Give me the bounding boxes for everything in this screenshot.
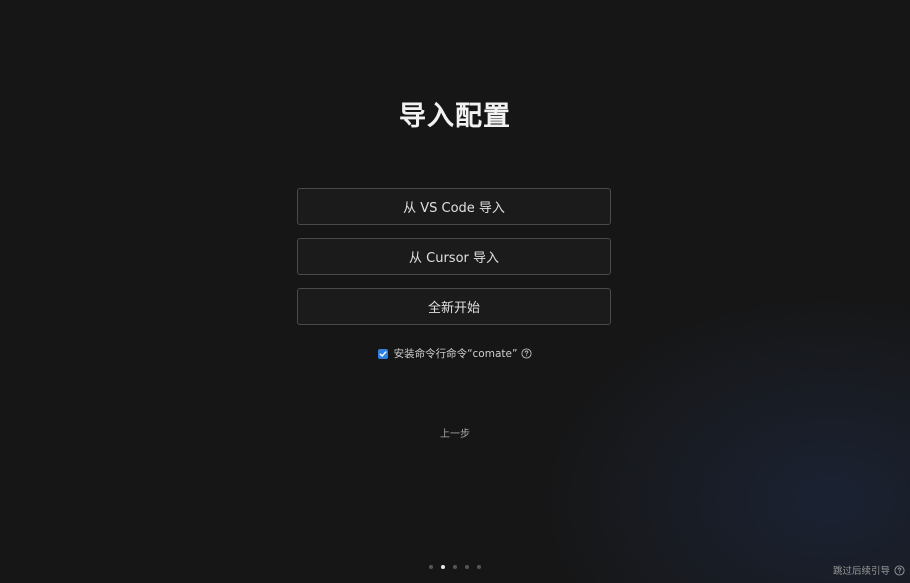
step-dot-1[interactable] <box>429 565 433 569</box>
page-title: 导入配置 <box>399 101 511 132</box>
onboarding-screen: 导入配置 从 VS Code 导入 从 Cursor 导入 全新开始 安装命令行… <box>0 0 910 583</box>
skip-help-icon[interactable] <box>894 564 905 576</box>
skip-guide-button[interactable]: 跳过后续引导 <box>833 563 905 577</box>
step-dot-4[interactable] <box>465 565 469 569</box>
step-dot-3[interactable] <box>453 565 457 569</box>
step-indicator <box>0 565 910 569</box>
import-vscode-button[interactable]: 从 VS Code 导入 <box>297 188 611 225</box>
install-cli-label: 安装命令行命令“comate” <box>393 348 518 360</box>
help-icon[interactable] <box>521 348 532 359</box>
start-fresh-button[interactable]: 全新开始 <box>297 288 611 325</box>
check-icon <box>379 350 387 357</box>
skip-guide-label: 跳过后续引导 <box>832 566 890 577</box>
install-cli-row: 安装命令行命令“comate” <box>0 346 910 361</box>
prev-step-row: 上一步 <box>0 425 910 440</box>
import-cursor-button[interactable]: 从 Cursor 导入 <box>297 238 611 275</box>
import-options: 从 VS Code 导入 从 Cursor 导入 全新开始 <box>297 188 611 338</box>
step-dot-5[interactable] <box>477 565 481 569</box>
prev-step-button[interactable]: 上一步 <box>440 429 470 440</box>
install-cli-checkbox[interactable] <box>377 348 388 359</box>
step-dot-2[interactable] <box>441 565 445 569</box>
